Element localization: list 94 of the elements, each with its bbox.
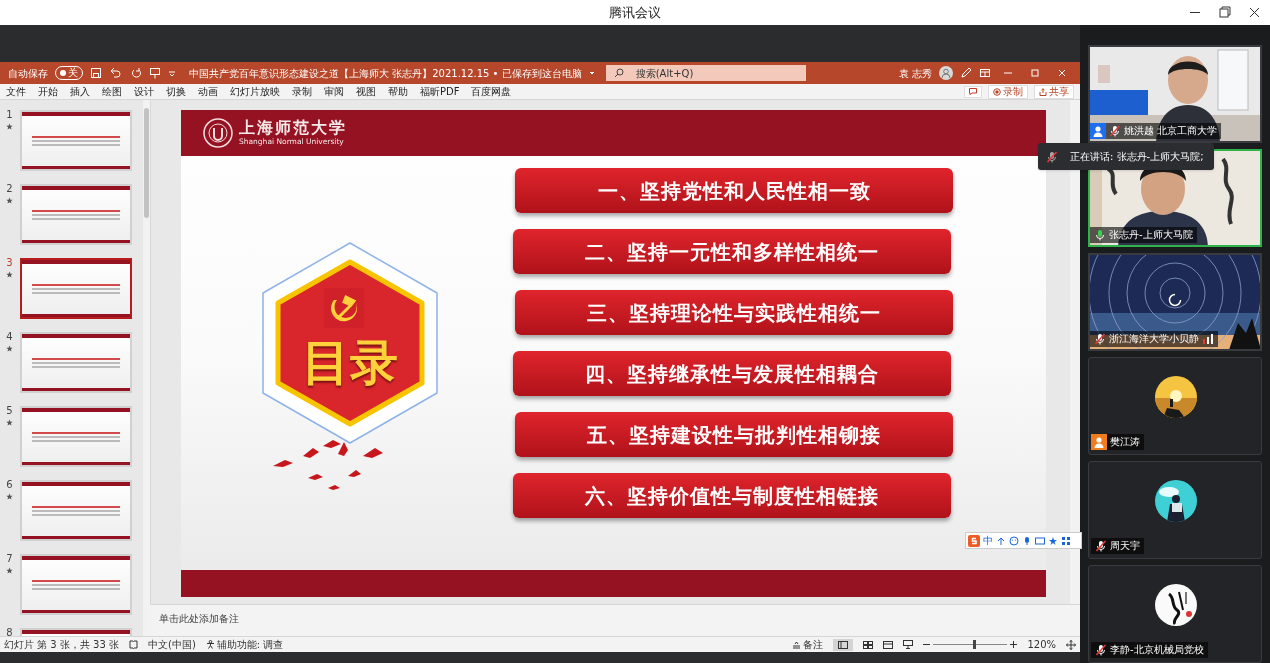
hammer-sickle-icon (324, 288, 364, 328)
university-name: 上海师范大学 (239, 120, 347, 137)
ribbon-tab[interactable]: 插入 (70, 86, 90, 97)
normal-view-icon (838, 640, 849, 649)
signal-icon (1202, 334, 1214, 344)
slide-title: 目录 (301, 338, 399, 386)
toolbox-icon[interactable] (1061, 535, 1071, 546)
notes-button[interactable]: 备注 (792, 637, 824, 652)
language-button[interactable]: 中文(中国) (148, 637, 196, 652)
accessibility-button[interactable]: 辅助功能: 调查 (205, 637, 284, 652)
participant-name: 姚洪越 北京工商大学 (1124, 126, 1218, 136)
zoom-level: 120% (1027, 638, 1056, 652)
accessibility-icon (205, 640, 215, 649)
ribbon-tab[interactable]: 录制 (292, 86, 312, 97)
ribbon-tab[interactable]: 福昕PDF (420, 86, 460, 97)
participant-name: 张志丹-上师大马院 (1109, 230, 1193, 240)
record-icon (993, 87, 1001, 96)
slideshow-icon[interactable] (903, 640, 914, 649)
contents-item: 一、坚持党性和人民性相一致 (515, 168, 953, 213)
slide-number: 4 (6, 332, 13, 342)
zoom-in-icon[interactable] (1010, 641, 1018, 648)
ribbon-tab[interactable]: 开始 (38, 86, 58, 97)
contents-item: 五、坚持建设性与批判性相铆接 (515, 412, 953, 457)
microphone-icon (1046, 150, 1058, 163)
participant-name: 樊江涛 (1110, 437, 1140, 447)
scrollbar[interactable] (1070, 100, 1080, 604)
avatar-icon[interactable] (939, 66, 953, 80)
punctuation-icon[interactable] (996, 535, 1006, 546)
ribbon-tab[interactable]: 文件 (6, 86, 26, 97)
ribbon-tab[interactable]: 设计 (134, 86, 154, 97)
slide-number: 7 (6, 554, 13, 564)
comment-icon (969, 88, 977, 95)
participant-name: 李静-北京机械局党校 (1110, 645, 1204, 655)
ribbon-tab[interactable]: 绘图 (102, 86, 122, 97)
slide-number: 6 (6, 480, 13, 490)
slide-thumbnail[interactable] (20, 258, 132, 319)
presentation-icon[interactable] (149, 67, 161, 79)
participant-name: 周天宇 (1110, 541, 1140, 551)
undo-icon[interactable] (109, 67, 123, 79)
slide-number: 1 (6, 110, 13, 120)
ribbon-tab[interactable]: 百度网盘 (471, 86, 512, 97)
keyboard-icon[interactable] (1035, 535, 1045, 546)
input-method-toolbar[interactable]: 中 (965, 532, 1082, 549)
window-title: 腾讯会议 (609, 3, 661, 22)
share-icon (1039, 87, 1047, 96)
skin-icon[interactable] (1048, 535, 1058, 546)
slide-sorter-icon[interactable] (863, 640, 874, 649)
star-icon (6, 271, 13, 278)
input-method-logo-icon (968, 534, 980, 547)
university-emblem-icon (203, 118, 233, 148)
spelling-icon[interactable] (129, 640, 138, 649)
microphone-icon[interactable] (1022, 535, 1032, 546)
zoom-out-icon[interactable] (923, 641, 931, 648)
slide-number: 3 (6, 258, 13, 268)
contents-item: 三、坚持理论性与实践性相统一 (515, 290, 953, 335)
ribbon-tab[interactable]: 审阅 (324, 86, 344, 97)
record-button[interactable]: 录制 (988, 84, 1028, 99)
ribbon-display-icon[interactable] (979, 67, 991, 79)
redo-icon[interactable] (130, 67, 142, 79)
document-title: 中国共产党百年意识形态建设之道【上海师大 张志丹】2021.12.15 • 已保存到这台电脑 (189, 66, 582, 81)
contents-item: 二、坚持一元性和多样性相统一 (513, 229, 951, 274)
reading-view-icon[interactable] (883, 640, 894, 649)
ribbon-tab[interactable]: 帮助 (388, 86, 408, 97)
fit-to-window-icon[interactable] (1066, 639, 1076, 650)
star-icon (6, 197, 13, 204)
ribbon-tab[interactable]: 切换 (166, 86, 186, 97)
slide-number: 5 (6, 406, 13, 416)
normal-view-button[interactable] (833, 638, 854, 651)
slide-number: 8 (6, 628, 13, 636)
user-name: 袁 志秀 (898, 66, 932, 81)
ribbon-tab[interactable]: 视图 (356, 86, 376, 97)
contents-item: 六、坚持价值性与制度性相链接 (513, 473, 951, 518)
slide-count: 幻灯片 第 3 张，共 33 张 (4, 638, 119, 652)
speaker-text: 正在讲话: 张志丹-上师大马院; (1070, 150, 1204, 164)
star-icon (6, 123, 13, 130)
save-icon[interactable] (90, 67, 102, 79)
share-button[interactable]: 共享 (1034, 84, 1074, 99)
input-mode-label[interactable]: 中 (983, 535, 993, 546)
search-field[interactable]: 搜索(Alt+Q) (605, 65, 806, 81)
participant-name: 浙江海洋大学小贝静 (1109, 334, 1199, 344)
star-icon (6, 345, 13, 352)
ribbon-tab[interactable]: 动画 (198, 86, 218, 97)
star-icon (6, 493, 13, 500)
comments-button[interactable] (964, 85, 982, 98)
ribbon-tab[interactable]: 幻灯片放映 (230, 86, 280, 97)
notes-icon (792, 640, 802, 649)
autosave-label: 自动保存 (8, 66, 48, 81)
emoji-icon[interactable] (1009, 535, 1019, 546)
slide-number: 2 (6, 184, 13, 194)
star-icon (6, 419, 13, 426)
scrollbar[interactable] (143, 100, 150, 636)
contents-item: 四、坚持继承性与发展性相耦合 (513, 351, 951, 396)
star-icon (6, 567, 13, 574)
pen-icon[interactable] (960, 67, 972, 79)
